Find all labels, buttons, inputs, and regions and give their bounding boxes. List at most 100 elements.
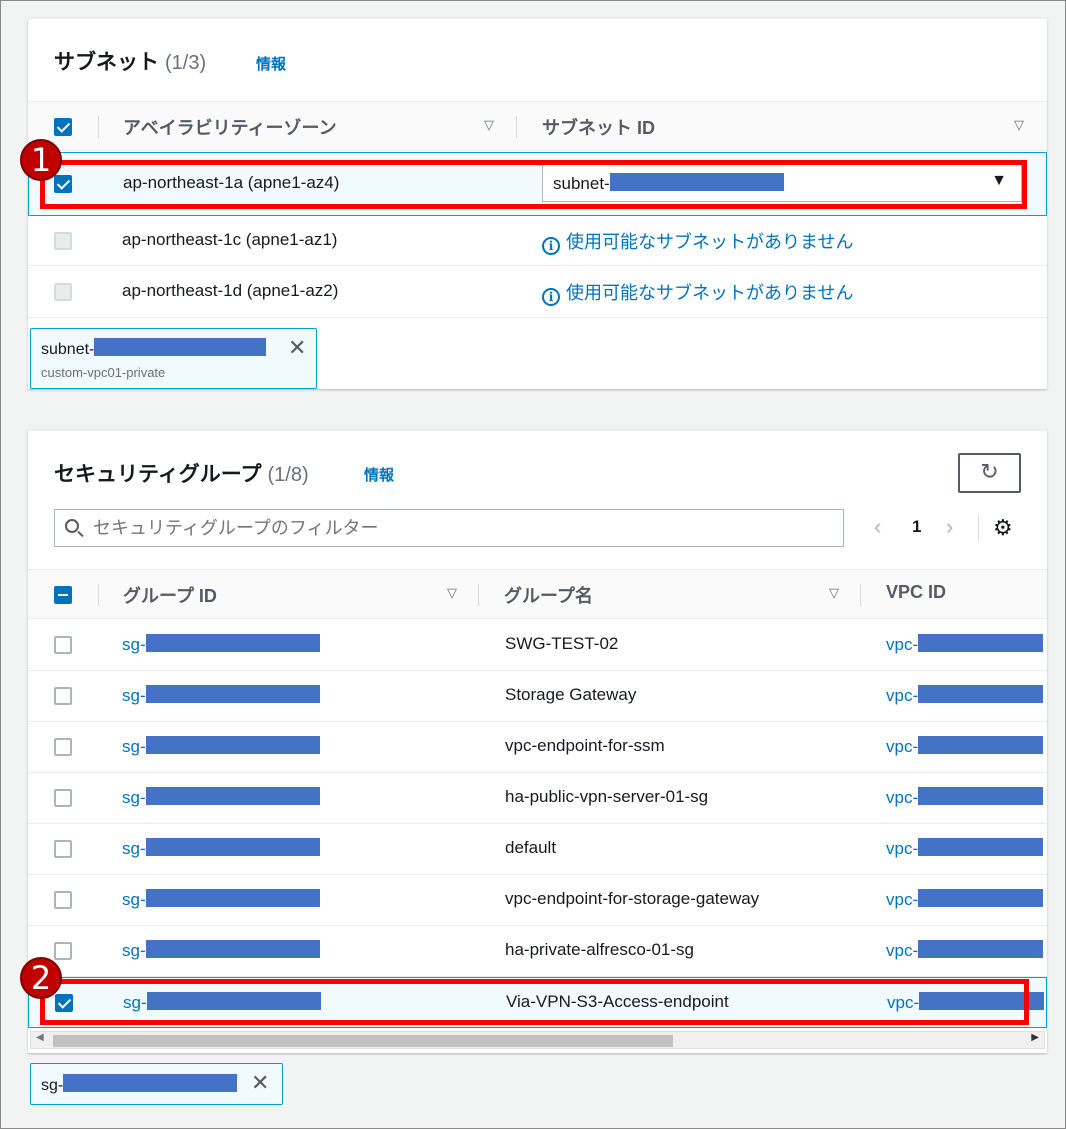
group-id-cell[interactable]: sg- — [122, 838, 320, 859]
column-separator — [860, 584, 861, 606]
table-row[interactable]: sg-default vpc- — [28, 824, 1047, 875]
group-name-cell: SWG-TEST-02 — [505, 634, 619, 653]
redacted-block — [145, 685, 320, 703]
refresh-button[interactable]: ↻ — [958, 453, 1021, 493]
security-group-info-link[interactable]: 情報 — [364, 464, 394, 485]
security-group-panel: セキュリティグループ(1/8) 情報 ↻ ‹ 1 › ⚙ グループ ID ▽ グ… — [28, 430, 1047, 1053]
sort-down-icon[interactable]: ▽ — [1014, 117, 1024, 133]
row-checkbox[interactable] — [54, 738, 72, 756]
group-name-cell: Storage Gateway — [505, 685, 637, 704]
row-checkbox[interactable] — [54, 891, 72, 909]
group-id-cell[interactable]: sg- — [122, 634, 320, 655]
redacted-block — [918, 940, 1044, 958]
sort-down-icon[interactable]: ▽ — [829, 585, 839, 601]
group-id-cell[interactable]: sg- — [122, 889, 320, 910]
prev-page-icon[interactable]: ‹ — [874, 514, 881, 540]
table-row[interactable]: ap-northeast-1c (apne1-az1) i 使用可能なサブネットが… — [28, 216, 1047, 266]
vpc-id-cell[interactable]: vpc- — [886, 889, 1044, 910]
vpc-id-cell[interactable]: vpc- — [886, 787, 1044, 808]
sg-select-all-checkbox[interactable] — [54, 586, 72, 604]
selected-sg-token: sg- ✕ — [30, 1063, 283, 1105]
redacted-block — [918, 736, 1044, 754]
page-number[interactable]: 1 — [912, 517, 921, 537]
group-name-cell: ha-private-alfresco-01-sg — [505, 940, 694, 959]
column-header-az[interactable]: アベイラビリティーゾーン — [123, 114, 337, 140]
column-separator — [98, 584, 99, 606]
subnet-info-link[interactable]: 情報 — [256, 53, 286, 74]
scrollbar-thumb[interactable] — [53, 1035, 673, 1047]
column-header-group-id[interactable]: グループ ID — [123, 582, 217, 608]
table-row[interactable]: sg- SWG-TEST-02 vpc- — [28, 620, 1047, 671]
scroll-right-icon[interactable]: ▶ — [1031, 1032, 1039, 1043]
subnet-count: (1/3) — [165, 52, 207, 74]
group-id-cell[interactable]: sg- — [122, 736, 320, 757]
group-name-cell: default — [505, 838, 557, 857]
subnet-panel-title: サブネット (1/3) — [54, 46, 206, 76]
sort-down-icon[interactable]: ▽ — [447, 585, 457, 601]
vpc-id-cell[interactable]: vpc- — [886, 736, 1044, 757]
redacted-block — [63, 1074, 238, 1092]
group-id-cell[interactable]: sg- — [122, 787, 320, 808]
redacted-block — [145, 736, 320, 754]
no-subnet-message: i 使用可能なサブネットがありません — [542, 279, 853, 306]
info-icon: i — [542, 288, 560, 306]
redacted-block — [918, 634, 1044, 652]
redacted-block — [145, 838, 320, 856]
group-name-cell: ha-public-vpn-server-01-sg — [505, 787, 709, 806]
vpc-id-cell[interactable]: vpc- — [886, 634, 1044, 655]
vpc-id-cell[interactable]: vpc- — [886, 685, 1044, 706]
security-group-count: (1/8) — [267, 464, 309, 486]
row-checkbox — [54, 232, 72, 250]
vpc-id-cell[interactable]: vpc- — [886, 838, 1044, 859]
scroll-left-icon[interactable]: ◀ — [36, 1032, 44, 1043]
annotation-badge-2: 2 — [20, 957, 62, 999]
table-row[interactable]: sg-vpc-endpoint-for-storage-gateway vpc- — [28, 875, 1047, 926]
redacted-block — [918, 889, 1044, 907]
token-subnet-name: custom-vpc01-private — [41, 365, 166, 380]
column-separator — [516, 116, 517, 138]
row-checkbox[interactable] — [54, 636, 72, 654]
redacted-block — [94, 338, 267, 356]
highlight-box-2 — [40, 979, 1029, 1025]
pagination-separator — [978, 515, 979, 541]
next-page-icon[interactable]: › — [946, 514, 953, 540]
info-icon: i — [542, 237, 560, 255]
redacted-block — [918, 787, 1044, 805]
gear-icon[interactable]: ⚙ — [993, 515, 1013, 541]
subnet-select-all-checkbox[interactable] — [54, 118, 72, 136]
group-name-cell: vpc-endpoint-for-ssm — [505, 736, 665, 755]
table-row[interactable]: sg-vpc-endpoint-for-ssm vpc- — [28, 722, 1047, 773]
redacted-block — [145, 940, 320, 958]
close-icon[interactable]: ✕ — [288, 335, 306, 361]
security-group-panel-title: セキュリティグループ (1/8) — [54, 458, 309, 488]
group-id-cell[interactable]: sg- — [122, 685, 320, 706]
security-group-table-header: グループ ID ▽ グループ名 ▽ VPC ID — [28, 569, 1047, 619]
row-checkbox[interactable] — [54, 840, 72, 858]
redacted-block — [145, 787, 320, 805]
column-header-subnet-id[interactable]: サブネット ID — [542, 114, 655, 140]
row-checkbox[interactable] — [54, 789, 72, 807]
table-row[interactable]: sg-ha-public-vpn-server-01-sg vpc- — [28, 773, 1047, 824]
refresh-icon: ↻ — [980, 459, 999, 484]
row-checkbox[interactable] — [54, 942, 72, 960]
vpc-id-cell[interactable]: vpc- — [886, 940, 1044, 961]
redacted-block — [918, 685, 1044, 703]
annotation-badge-1: 1 — [20, 139, 62, 181]
search-input[interactable] — [91, 515, 831, 541]
table-row[interactable]: ap-northeast-1d (apne1-az2) i 使用可能なサブネットが… — [28, 266, 1047, 318]
column-header-group-name[interactable]: グループ名 — [504, 582, 593, 608]
close-icon[interactable]: ✕ — [251, 1070, 269, 1096]
subnet-table-header: アベイラビリティーゾーン ▽ サブネット ID ▽ — [28, 101, 1047, 151]
row-checkbox[interactable] — [54, 687, 72, 705]
sort-down-icon[interactable]: ▽ — [484, 117, 494, 133]
subnet-title-text: サブネット — [54, 51, 159, 74]
table-row[interactable]: sg-ha-private-alfresco-01-sg vpc- — [28, 926, 1047, 977]
group-id-cell[interactable]: sg- — [122, 940, 320, 961]
horizontal-scrollbar[interactable]: ◀ ▶ — [30, 1031, 1045, 1049]
redacted-block — [918, 838, 1044, 856]
table-row[interactable]: sg- Storage Gateway vpc- — [28, 671, 1047, 722]
redacted-block — [145, 889, 320, 907]
security-group-filter[interactable] — [54, 509, 844, 547]
column-header-vpc-id[interactable]: VPC ID — [886, 582, 946, 603]
selected-subnet-token: subnet- custom-vpc01-private ✕ — [30, 328, 317, 389]
